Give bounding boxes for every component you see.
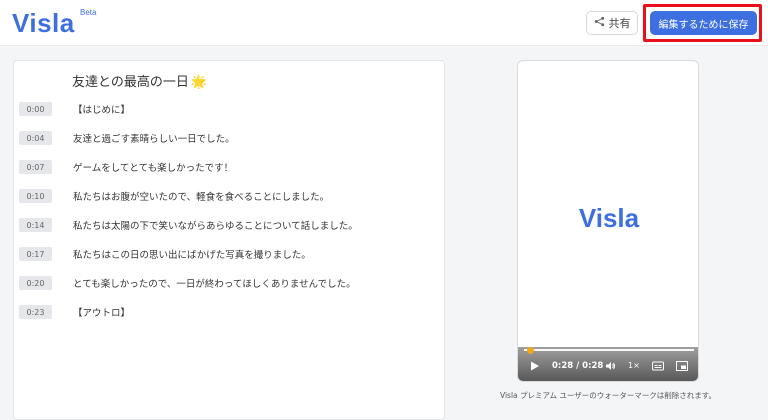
timestamp[interactable]: 0:17 bbox=[19, 247, 52, 261]
volume-button[interactable] bbox=[606, 361, 616, 374]
share-label: 共有 bbox=[608, 17, 631, 30]
share-button[interactable]: 共有 bbox=[586, 11, 638, 35]
timestamp[interactable]: 0:14 bbox=[19, 218, 52, 232]
timestamp[interactable]: 0:07 bbox=[19, 160, 52, 174]
transcript-line[interactable]: 0:23 【アウトロ】 bbox=[14, 303, 446, 321]
title-text: 友達との最高の一日 bbox=[72, 75, 189, 90]
timestamp[interactable]: 0:04 bbox=[19, 131, 52, 145]
transcript-line[interactable]: 0:00 【はじめに】 bbox=[14, 100, 446, 118]
transcript-line[interactable]: 0:10 私たちはお腹が空いたので、軽食を食べることにしました。 bbox=[14, 187, 446, 205]
fullscreen-button[interactable] bbox=[676, 361, 688, 374]
line-text[interactable]: 【はじめに】 bbox=[73, 102, 130, 116]
progress-bar[interactable] bbox=[524, 347, 694, 354]
speed-button[interactable]: 1× bbox=[628, 361, 640, 370]
time-display: 0:28 / 0:28 bbox=[552, 361, 604, 371]
timestamp[interactable]: 0:00 bbox=[19, 102, 52, 116]
save-to-edit-button[interactable]: 編集するために保存 bbox=[650, 11, 757, 35]
line-text[interactable]: とても楽しかったので、一日が終わってほしくありませんでした。 bbox=[73, 276, 356, 290]
line-text[interactable]: 私たちはお腹が空いたので、軽食を食べることにしました。 bbox=[73, 189, 329, 203]
visla-logo[interactable]: Visla bbox=[12, 8, 75, 39]
transcript-line[interactable]: 0:14 私たちは太陽の下で笑いながらあらゆることについて話しました。 bbox=[14, 216, 446, 234]
transcript-line[interactable]: 0:17 私たちはこの日の思い出にばかげた写真を撮りました。 bbox=[14, 245, 446, 263]
transcript-line[interactable]: 0:20 とても楽しかったので、一日が終わってほしくありませんでした。 bbox=[14, 274, 446, 292]
line-text[interactable]: 友達と過ごす素晴らしい一日でした。 bbox=[73, 131, 235, 145]
beta-badge: Beta bbox=[80, 8, 97, 17]
line-text[interactable]: ゲームをしてとても楽しかったです！ bbox=[73, 160, 233, 174]
timestamp[interactable]: 0:20 bbox=[19, 276, 52, 290]
video-logo: Visla bbox=[578, 203, 640, 233]
watermark-note: Visla プレミアム ユーザーのウォーターマークは削除されます。 bbox=[500, 391, 716, 400]
line-text[interactable]: 【アウトロ】 bbox=[73, 305, 130, 319]
video-player[interactable]: Visla 0:28 / 0:28 1× bbox=[517, 60, 699, 382]
line-text[interactable]: 私たちはこの日の思い出にばかげた写真を撮りました。 bbox=[73, 247, 311, 261]
share-icon bbox=[594, 16, 605, 30]
timestamp[interactable]: 0:10 bbox=[19, 189, 52, 203]
transcript-line[interactable]: 0:07 ゲームをしてとても楽しかったです！ bbox=[14, 158, 446, 176]
transcript-line[interactable]: 0:04 友達と過ごす素晴らしい一日でした。 bbox=[14, 129, 446, 147]
captions-button[interactable] bbox=[652, 361, 664, 374]
volume-icon bbox=[606, 361, 616, 374]
star-icon: 🌟 bbox=[190, 75, 208, 90]
progress-fill bbox=[524, 349, 694, 351]
transcript-title[interactable]: 友達との最高の一日 🌟 bbox=[72, 71, 207, 90]
line-text[interactable]: 私たちは太陽の下で笑いながらあらゆることについて話しました。 bbox=[73, 218, 358, 232]
captions-icon bbox=[652, 361, 664, 374]
fullscreen-icon bbox=[676, 361, 688, 374]
timestamp[interactable]: 0:23 bbox=[19, 305, 52, 319]
video-controls: 0:28 / 0:28 1× bbox=[518, 347, 698, 381]
top-bar: Visla Beta 共有 編集するために保存 bbox=[0, 0, 768, 46]
progress-handle[interactable] bbox=[527, 347, 534, 354]
play-button[interactable] bbox=[530, 361, 540, 374]
transcript-panel: 友達との最高の一日 🌟 0:00 【はじめに】 0:04 友達と過ごす素晴らしい一… bbox=[13, 60, 445, 420]
play-icon bbox=[530, 361, 540, 374]
